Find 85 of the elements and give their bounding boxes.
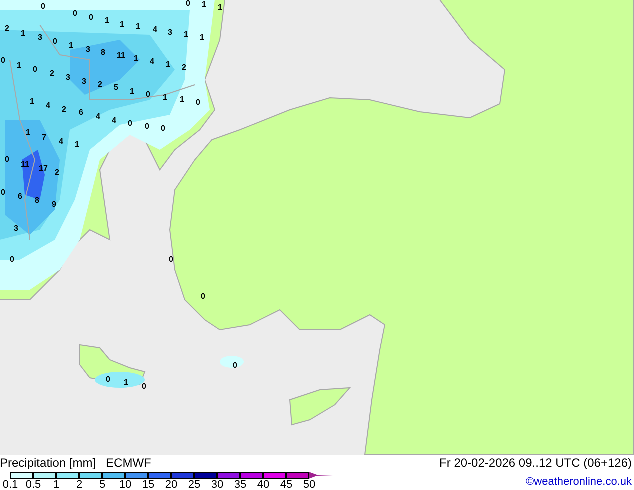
map-value-label: 0 [161,125,166,133]
map-value-label: 1 [163,94,168,102]
legend-tick-label: 0.1 [2,479,20,490]
legend-tick-label: 30 [210,479,225,490]
map-value-label: 1 [202,1,206,9]
credit-link[interactable]: ©weatheronline.co.uk [526,476,632,488]
map-value-label: 3 [86,46,90,54]
legend-tick-label: 5 [98,479,107,490]
map-value-label: 0 [146,91,150,99]
map-value-label: 3 [82,78,86,86]
map-value-label: 0 [1,189,6,197]
map-value-label: 0 [41,3,46,11]
map-value-label: 1 [120,21,124,29]
legend-tick-label: 45 [279,479,294,490]
legend-tick-label: 35 [233,479,248,490]
legend-title: Precipitation [mm] [0,457,96,470]
map-value-label: 8 [101,49,106,57]
map-value-label: 0 [196,99,200,107]
map-value-label: 1 [200,34,204,42]
map-value-label: 0 [73,10,78,18]
map-value-label: 0 [128,120,132,128]
map-value-label: 6 [79,109,84,117]
legend-tick-label: 25 [187,479,202,490]
map-value-label: 5 [114,84,118,92]
legend-tick-label: 2 [75,479,84,490]
map-value-label: 4 [150,58,154,66]
map-value-label: 0 [142,383,146,391]
legend-tick-label: 10 [118,479,133,490]
map-value-label: 0 [145,123,150,131]
valid-time: Fr 20-02-2026 09..12 UTC (06+126) [440,455,632,470]
map-value-label: 1 [124,379,128,387]
map-value-label: 0 [5,156,10,164]
map-value-label: 1 [134,55,138,63]
map-value-label: 4 [112,117,116,125]
map-value-label: 0 [106,376,110,384]
map-value-label: 0 [186,0,190,8]
map-value-label: 1 [21,30,26,38]
map-value-label: 1 [136,23,140,31]
map-value-label: 2 [62,106,66,114]
map-value-label: 3 [66,74,70,82]
map-value-label: 8 [35,197,40,205]
map-value-label: 1 [75,141,80,149]
map-value-label: 0 [201,293,206,301]
map-value-label: 1 [166,61,170,69]
map-value-label: 2 [182,64,186,72]
map-value-label: 0 [89,14,94,22]
map-value-label: 2 [98,81,102,89]
legend-tick-label: 0.5 [24,479,42,490]
map-value-label: 1 [184,31,188,39]
map-value-label: 0 [1,57,6,65]
map-value-label: 1 [180,96,184,104]
map-value-label: 3 [168,29,172,37]
legend-tick-label: 50 [302,479,317,490]
map-value-label: 4 [96,113,100,121]
map-value-label: 1 [69,42,74,50]
map-value-label: 1 [105,17,110,25]
map-value-label: 1 [26,129,30,137]
map-value-label: 2 [55,169,60,177]
map-value-label: 3 [14,225,18,233]
map-value-label: 4 [46,102,50,110]
map-value-label: 0 [233,362,238,370]
map-value-label: 0 [53,38,58,46]
map-value-label: 17 [39,165,48,173]
map-value-label: 2 [5,25,10,33]
map-value-label: 0 [10,256,14,264]
model-name: ECMWF [106,457,152,470]
legend-tick-label: 15 [141,479,156,490]
legend-tick-label: 20 [164,479,179,490]
map-value-label: 3 [38,34,42,42]
map-value-label: 0 [169,256,174,264]
map-value-label: 1 [30,98,34,106]
map-value-label: 4 [153,26,158,34]
legend-tick-label: 1 [52,479,61,490]
map-value-label: 11 [21,161,30,169]
map-value-label: 9 [52,201,56,209]
map-value-label: 0 [33,66,38,74]
map-value-label: 1 [17,62,22,70]
map-value-label: 1 [218,4,222,12]
map-value-label: 1 [130,88,134,96]
map-value-label: 4 [59,138,64,146]
map-value-label: 11 [117,52,126,60]
map-value-label: 6 [18,193,22,201]
legend-tick-label: 40 [256,479,271,490]
map-value-label: 2 [50,70,54,78]
map-value-label: 7 [42,134,46,142]
